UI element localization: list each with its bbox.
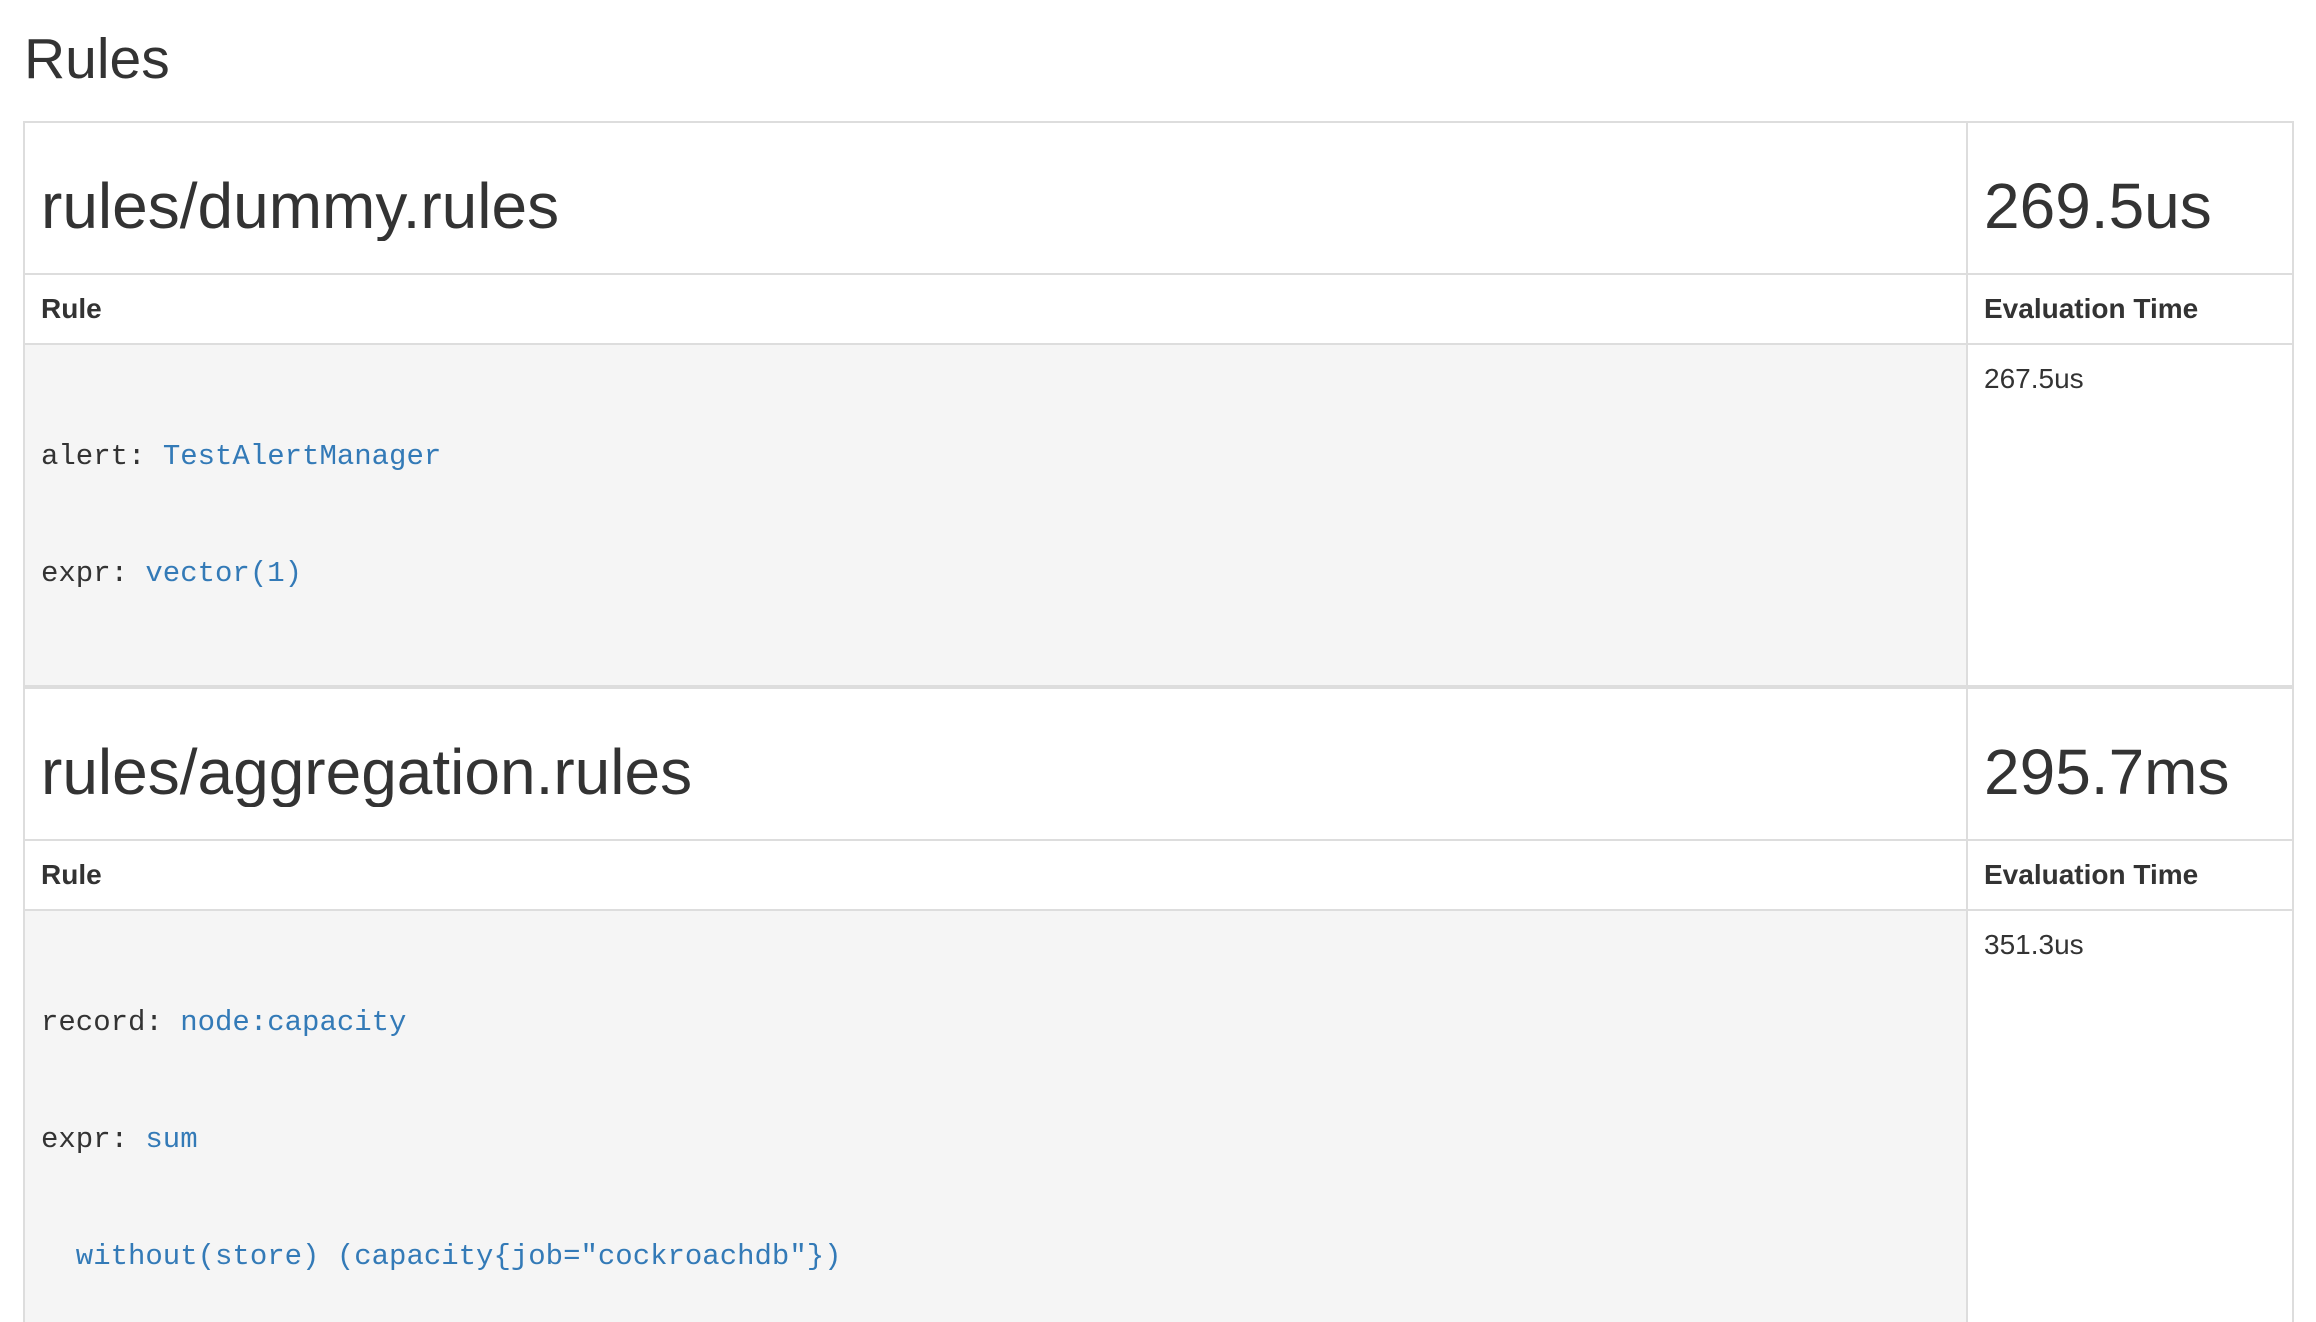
- rule-code-line: alert: TestAlertManager: [41, 437, 1950, 476]
- rule-expression-link[interactable]: sum: [145, 1123, 197, 1156]
- rule-group-evaluation-time: 269.5us: [1984, 171, 2276, 241]
- rule-group-time-cell: 295.7ms: [1967, 688, 2293, 840]
- rule-column-header: Rule: [24, 274, 1967, 344]
- rule-column-header: Rule: [24, 840, 1967, 910]
- rule-keyword: expr:: [41, 557, 128, 590]
- rule-keyword: alert:: [41, 440, 145, 473]
- rule-code-line: record: node:capacity: [41, 1003, 1950, 1042]
- rule-row: record: node:capacity expr: sum without(st…: [24, 910, 2293, 1322]
- evaluation-time-column-header: Evaluation Time: [1967, 274, 2293, 344]
- rule-code-line: expr: sum: [41, 1120, 1950, 1159]
- rules-page: Rules rules/dummy.rules 269.5us Rule Eva…: [0, 0, 2316, 1322]
- rule-keyword: record:: [41, 1006, 163, 1039]
- rule-group-time-cell: 269.5us: [1967, 122, 2293, 274]
- evaluation-time-cell: 267.5us: [1967, 344, 2293, 686]
- rule-group-name: rules/aggregation.rules: [41, 737, 1950, 807]
- page-title: Rules: [24, 28, 2292, 91]
- column-header-row: Rule Evaluation Time: [24, 274, 2293, 344]
- rule-group-evaluation-time: 295.7ms: [1984, 737, 2276, 807]
- rule-group-header-row: rules/dummy.rules 269.5us: [24, 122, 2293, 274]
- rule-expression-link[interactable]: vector(1): [145, 557, 302, 590]
- alert-name-link[interactable]: TestAlertManager: [163, 440, 441, 473]
- rule-keyword: expr:: [41, 1123, 128, 1156]
- rule-group-table-dummy: rules/dummy.rules 269.5us Rule Evaluatio…: [23, 121, 2294, 687]
- record-name-link[interactable]: node:capacity: [180, 1006, 406, 1039]
- evaluation-time-cell: 351.3us: [1967, 910, 2293, 1322]
- rule-group-name-cell: rules/dummy.rules: [24, 122, 1967, 274]
- evaluation-time-column-header: Evaluation Time: [1967, 840, 2293, 910]
- rule-cell: record: node:capacity expr: sum without(st…: [24, 910, 1967, 1322]
- rule-cell: alert: TestAlertManager expr: vector(1): [24, 344, 1967, 686]
- rule-group-header-row: rules/aggregation.rules 295.7ms: [24, 688, 2293, 840]
- rule-group-table-aggregation: rules/aggregation.rules 295.7ms Rule Eva…: [23, 687, 2294, 1322]
- rule-group-name: rules/dummy.rules: [41, 171, 1950, 241]
- column-header-row: Rule Evaluation Time: [24, 840, 2293, 910]
- rule-code-line: expr: vector(1): [41, 554, 1950, 593]
- rule-row: alert: TestAlertManager expr: vector(1) 26…: [24, 344, 2293, 686]
- rule-code-line: without(store) (capacity{job="cockroachd…: [41, 1237, 1950, 1276]
- rule-group-name-cell: rules/aggregation.rules: [24, 688, 1967, 840]
- rule-expression-link[interactable]: without(store) (capacity{job="cockroachd…: [76, 1240, 842, 1273]
